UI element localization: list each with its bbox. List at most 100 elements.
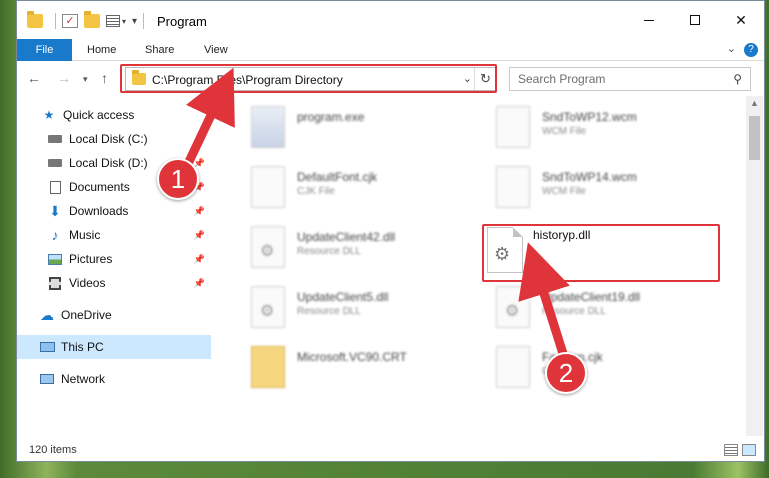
minimize-button[interactable] <box>626 1 672 39</box>
chevron-down-icon[interactable]: ▾ <box>122 17 126 26</box>
list-item[interactable]: program.exe <box>251 102 481 156</box>
new-folder-icon[interactable] <box>84 11 100 28</box>
dll-file-icon <box>251 286 285 328</box>
sidebar-item-label: Music <box>69 228 101 242</box>
list-item[interactable]: UpdateClient5.dll Resource DLL <box>251 282 481 336</box>
file-name: Microsoft.VC90.CRT <box>297 350 407 364</box>
minimize-icon <box>644 19 654 21</box>
file-name: SndToWP12.wcm <box>542 110 637 124</box>
list-item[interactable]: Fashion.cjk CJK File <box>496 342 726 396</box>
list-item[interactable]: SndToWP14.wcm WCM File <box>496 162 726 216</box>
tab-view[interactable]: View <box>204 39 228 61</box>
file-highlight-box <box>482 224 720 282</box>
exe-file-icon <box>251 106 285 148</box>
sidebar-item-music[interactable]: ♪ Music 📌 <box>17 223 211 247</box>
download-icon: ⬇ <box>49 202 61 219</box>
sidebar-item-network[interactable]: Network <box>17 367 211 391</box>
scroll-up-icon[interactable]: ▲ <box>746 98 763 108</box>
toolbar-divider <box>143 13 145 29</box>
sidebar-item-label: Videos <box>69 276 106 290</box>
list-item[interactable]: Microsoft.VC90.CRT <box>251 342 481 396</box>
status-bar: 120 items <box>17 441 764 461</box>
pin-icon: 📌 <box>193 205 205 216</box>
sidebar-item-label: Quick access <box>63 108 135 122</box>
properties-icon[interactable] <box>106 15 120 27</box>
pin-icon: 📌 <box>193 229 205 240</box>
sidebar-item-label: Local Disk (C:) <box>69 132 148 146</box>
ribbon-tabs: File Home Share View ⌄ ? <box>17 39 764 61</box>
folder-icon <box>27 11 43 28</box>
customize-toolbar-icon[interactable]: ▾ <box>132 16 137 27</box>
file-type: WCM File <box>542 126 586 137</box>
sidebar-item-downloads[interactable]: ⬇ Downloads 📌 <box>17 199 211 223</box>
forward-button[interactable]: → <box>57 70 71 86</box>
disk-icon <box>47 156 63 170</box>
maximize-button[interactable] <box>672 1 718 39</box>
expand-ribbon-icon[interactable]: ⌄ <box>727 42 736 55</box>
file-type: Resource DLL <box>297 246 361 257</box>
up-button[interactable]: ↑ <box>101 70 108 86</box>
step-badge-1: 1 <box>157 158 199 200</box>
help-icon[interactable]: ? <box>744 43 758 57</box>
file-type: Resource DLL <box>542 306 606 317</box>
list-item[interactable]: SndToWP12.wcm WCM File <box>496 102 726 156</box>
list-item[interactable]: DefaultFont.cjk CJK File <box>251 162 481 216</box>
sidebar-item-onedrive[interactable]: ☁ OneDrive <box>17 303 211 327</box>
file-icon <box>496 346 530 388</box>
search-box[interactable]: ⚲ <box>509 67 751 91</box>
view-switcher <box>720 444 756 456</box>
properties-check-icon[interactable]: ✓ <box>62 14 78 28</box>
tab-share[interactable]: Share <box>145 39 174 61</box>
file-type: CJK File <box>297 186 335 197</box>
file-name: SndToWP14.wcm <box>542 170 637 184</box>
folder-icon <box>251 346 285 388</box>
file-icon <box>496 106 530 148</box>
sidebar-item-label: Downloads <box>69 204 129 218</box>
large-icons-view-icon[interactable] <box>742 444 756 456</box>
step-badge-2: 2 <box>545 352 587 394</box>
details-view-icon[interactable] <box>724 444 738 456</box>
sidebar-item-quick-access[interactable]: ★ Quick access <box>17 103 211 127</box>
close-button[interactable]: ✕ <box>718 1 764 39</box>
pc-icon <box>39 340 55 354</box>
item-count: 120 items <box>29 444 77 456</box>
pin-icon: 📌 <box>193 253 205 264</box>
videos-icon <box>47 276 63 290</box>
file-name: program.exe <box>297 110 365 124</box>
recent-locations-icon[interactable]: ▾ <box>83 74 88 85</box>
list-item[interactable]: UpdateClient42.dll Resource DLL <box>251 222 481 276</box>
file-name: UpdateClient19.dll <box>542 290 641 304</box>
quick-access-toolbar: ✓ ▾ ▾ <box>27 11 150 31</box>
tab-file[interactable]: File <box>17 39 72 61</box>
sidebar-item-label: This PC <box>61 340 104 354</box>
pin-icon: 📌 <box>193 133 205 144</box>
window-title: Program <box>157 14 207 29</box>
file-name: DefaultFont.cjk <box>297 170 378 184</box>
back-button[interactable]: ← <box>27 70 41 86</box>
tab-home[interactable]: Home <box>87 39 116 61</box>
maximize-icon <box>690 15 700 25</box>
documents-icon <box>47 180 63 194</box>
sidebar-item-this-pc[interactable]: This PC <box>17 335 211 359</box>
file-type: Resource DLL <box>297 306 361 317</box>
sidebar-item-local-disk-c[interactable]: Local Disk (C:) 📌 <box>17 127 211 151</box>
scrollbar-thumb[interactable] <box>749 116 760 160</box>
file-name: UpdateClient42.dll <box>297 230 396 244</box>
sidebar-item-label: Network <box>61 372 106 386</box>
file-icon <box>251 166 285 208</box>
sidebar-item-label: OneDrive <box>61 308 112 322</box>
search-input[interactable] <box>518 72 718 86</box>
close-icon: ✕ <box>735 11 747 28</box>
dll-file-icon <box>251 226 285 268</box>
title-bar: ✓ ▾ ▾ Program ✕ <box>17 1 764 39</box>
search-icon: ⚲ <box>733 72 742 86</box>
music-icon: ♪ <box>51 227 59 243</box>
sidebar-item-label: Pictures <box>69 252 113 266</box>
sidebar-item-pictures[interactable]: Pictures 📌 <box>17 247 211 271</box>
sidebar-item-label: Local Disk (D:) <box>69 156 148 170</box>
address-highlight-box <box>120 64 497 93</box>
file-name: UpdateClient5.dll <box>297 290 389 304</box>
vertical-scrollbar[interactable]: ▲ <box>746 96 763 436</box>
sidebar-item-videos[interactable]: Videos 📌 <box>17 271 211 295</box>
list-item[interactable]: UpdateClient19.dll Resource DLL <box>496 282 726 336</box>
